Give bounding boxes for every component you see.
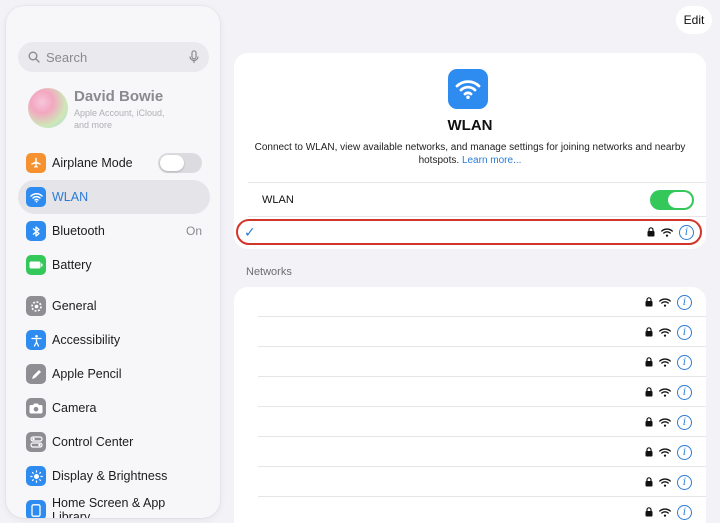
page-title: WLAN	[447, 117, 493, 134]
info-icon[interactable]: i	[677, 414, 692, 430]
wlan-toggle[interactable]	[650, 190, 694, 210]
wifi-icon	[448, 69, 488, 109]
search-placeholder: Search	[46, 49, 88, 65]
network-row[interactable]: i	[258, 407, 706, 437]
sidebar-item-home-screen[interactable]: Home Screen & App Library	[18, 493, 210, 518]
sidebar-item-label: Control Center	[52, 435, 134, 449]
accessibility-icon	[26, 330, 46, 350]
info-icon[interactable]: i	[677, 354, 692, 370]
divider	[248, 216, 706, 217]
wlan-card: WLAN Connect to WLAN, view available net…	[234, 53, 706, 249]
sidebar-item-wlan[interactable]: WLAN	[18, 180, 210, 214]
bluetooth-icon	[26, 221, 46, 241]
edit-button[interactable]: Edit	[676, 6, 712, 34]
info-icon[interactable]: i	[677, 444, 692, 460]
home-screen-icon	[26, 500, 46, 518]
info-icon[interactable]: i	[677, 294, 692, 310]
sidebar: Search David Bowie Apple Account, iCloud…	[6, 6, 220, 518]
network-row[interactable]: i	[258, 347, 706, 377]
networks-header: Networks	[246, 266, 292, 278]
wifi-signal-icon	[659, 447, 671, 457]
lock-icon	[645, 477, 653, 487]
sidebar-item-label: Airplane Mode	[52, 156, 133, 170]
info-icon[interactable]: i	[677, 384, 692, 400]
sidebar-item-camera[interactable]: Camera	[18, 391, 210, 425]
wifi-signal-icon	[659, 387, 671, 397]
profile-row[interactable]: David Bowie Apple Account, iCloud, and m…	[28, 88, 218, 136]
network-row[interactable]: i	[258, 497, 706, 523]
wlan-toggle-row: WLAN	[248, 185, 694, 215]
divider	[248, 182, 706, 183]
sidebar-item-label: WLAN	[52, 190, 89, 204]
brightness-icon	[26, 466, 46, 486]
battery-icon	[26, 255, 46, 275]
sidebar-item-label: Home Screen & App Library	[52, 496, 166, 518]
sidebar-item-accessibility[interactable]: Accessibility	[18, 323, 210, 357]
airplane-icon	[26, 153, 46, 173]
wifi-signal-icon	[659, 327, 671, 337]
checkmark-icon: ✓	[244, 223, 256, 240]
sidebar-item-label: Camera	[52, 401, 97, 415]
airplane-mode-toggle[interactable]	[158, 153, 202, 173]
sidebar-item-apple-pencil[interactable]: Apple Pencil	[18, 357, 210, 391]
lock-icon	[645, 357, 653, 367]
settings-list: Airplane Mode WLAN Bluetooth On Battery	[18, 146, 210, 518]
profile-name: David Bowie	[74, 88, 164, 105]
wlan-toggle-label: WLAN	[262, 194, 294, 206]
profile-subtitle: Apple Account, iCloud, and more	[74, 108, 165, 130]
lock-icon	[645, 387, 653, 397]
sidebar-item-label: Accessibility	[52, 333, 121, 347]
wifi-signal-icon	[659, 357, 671, 367]
sidebar-item-airplane-mode[interactable]: Airplane Mode	[18, 146, 210, 180]
lock-icon	[645, 447, 653, 457]
info-icon[interactable]: i	[677, 324, 692, 340]
search-field[interactable]: Search	[18, 42, 209, 72]
sidebar-item-label: Battery	[52, 258, 92, 272]
lock-icon	[645, 507, 653, 517]
page-description: Connect to WLAN, view available networks…	[244, 141, 696, 167]
lock-icon	[645, 327, 653, 337]
pencil-icon	[26, 364, 46, 384]
network-row[interactable]: i	[258, 437, 706, 467]
network-row[interactable]: i	[258, 377, 706, 407]
bluetooth-status: On	[185, 224, 202, 238]
search-icon	[28, 51, 40, 63]
network-row[interactable]: i	[258, 287, 706, 317]
sidebar-item-bluetooth[interactable]: Bluetooth On	[18, 214, 210, 248]
sidebar-item-label: Bluetooth	[52, 224, 105, 238]
lock-icon	[647, 227, 655, 237]
sidebar-item-general[interactable]: General	[18, 289, 210, 323]
sidebar-item-control-center[interactable]: Control Center	[18, 425, 210, 459]
learn-more-link[interactable]: Learn more...	[462, 155, 521, 166]
network-row[interactable]: i	[258, 467, 706, 497]
wifi-signal-icon	[659, 477, 671, 487]
sidebar-item-display-brightness[interactable]: Display & Brightness	[18, 459, 210, 493]
lock-icon	[645, 417, 653, 427]
info-icon[interactable]: i	[677, 474, 692, 490]
network-row[interactable]: i	[258, 317, 706, 347]
networks-list: i i i i i i i i	[234, 287, 706, 523]
sidebar-item-label: General	[52, 299, 97, 313]
lock-icon	[645, 297, 653, 307]
info-icon[interactable]: i	[679, 224, 694, 240]
wifi-signal-icon	[661, 227, 673, 237]
sidebar-item-label: Apple Pencil	[52, 367, 122, 381]
camera-icon	[26, 398, 46, 418]
connected-network-row[interactable]: ✓ i	[236, 219, 702, 245]
wifi-signal-icon	[659, 507, 671, 517]
info-icon[interactable]: i	[677, 504, 692, 520]
wifi-icon	[26, 187, 46, 207]
wifi-signal-icon	[659, 417, 671, 427]
microphone-icon[interactable]	[189, 50, 199, 64]
gear-icon	[26, 296, 46, 316]
sidebar-item-battery[interactable]: Battery	[18, 248, 210, 282]
wifi-signal-icon	[659, 297, 671, 307]
avatar	[28, 88, 68, 128]
control-center-icon	[26, 432, 46, 452]
sidebar-item-label: Display & Brightness	[52, 469, 168, 483]
